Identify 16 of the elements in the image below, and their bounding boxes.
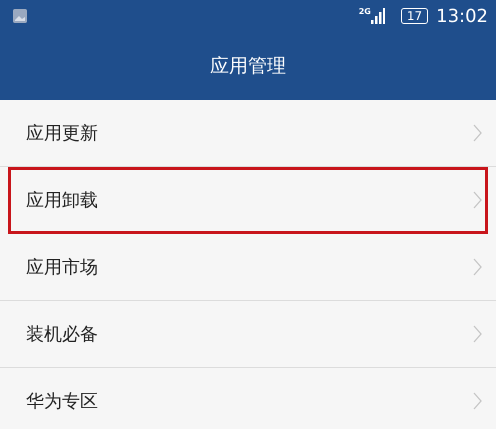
highlighted-list-item[interactable]: 应用卸载 [8,167,488,234]
chevron-icon [473,325,482,343]
list-item[interactable]: 华为专区 [0,368,496,429]
gallery-icon [12,8,28,24]
chevron-icon [473,124,482,142]
page-title: 应用管理 [210,54,286,79]
battery-indicator: 17 [400,8,428,24]
clock: 13:02 [436,4,488,28]
network-type: 2G [358,8,371,16]
chevron-icon [473,191,482,209]
signal-icon [370,8,385,24]
list-item[interactable]: 装机必备 [0,301,496,368]
list-item[interactable]: 应用市场 [0,234,496,301]
chevron-icon [473,392,482,410]
list-item[interactable]: 应用更新 [0,100,496,167]
chevron-icon [473,258,482,276]
